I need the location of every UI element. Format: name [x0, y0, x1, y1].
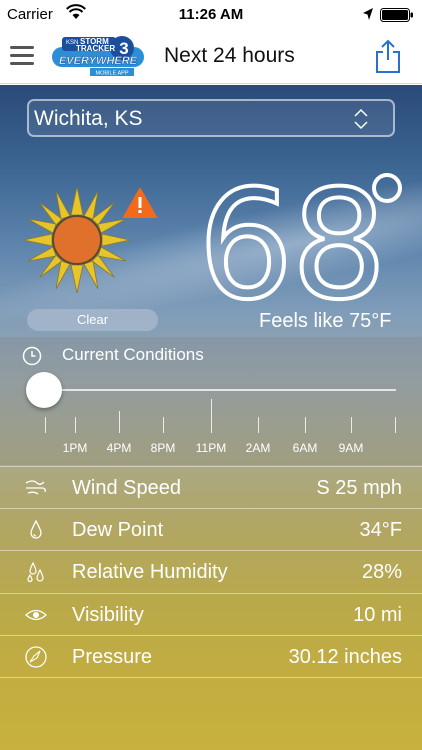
hamburger-line — [10, 54, 34, 57]
sun-icon — [23, 186, 131, 294]
svg-text:TRACKER: TRACKER — [76, 44, 115, 53]
timeline-label[interactable]: 8PM — [151, 441, 176, 455]
timeline-tick — [351, 417, 352, 433]
detail-label: Visibility — [72, 604, 144, 626]
wind-icon — [25, 480, 46, 495]
timeline-label[interactable]: 9AM — [339, 441, 364, 455]
details-bottom-divider — [0, 677, 422, 678]
timeline-label[interactable]: 6AM — [293, 441, 318, 455]
current-temperature: 68 — [196, 169, 389, 323]
timeline-tick — [305, 417, 306, 433]
detail-value: 34°F — [359, 519, 402, 541]
timeline-tick — [75, 417, 76, 433]
timeline-slider-thumb[interactable] — [26, 372, 62, 408]
current-conditions-label: Current Conditions — [62, 345, 204, 364]
up-down-chevron-icon — [354, 108, 368, 130]
timeline-tick — [163, 417, 164, 433]
status-bar: Carrier 11:26 AM — [0, 0, 422, 30]
clock-icon — [22, 346, 42, 366]
weather-alert-icon[interactable] — [122, 187, 158, 219]
detail-label: Pressure — [72, 646, 153, 668]
location-select[interactable]: Wichita, KS — [27, 99, 395, 137]
detail-label: Dew Point — [72, 519, 164, 541]
timeline-slider-track[interactable] — [30, 389, 396, 391]
detail-row-visibility: Visibility 10 mi — [0, 593, 422, 635]
battery-icon — [380, 8, 413, 22]
detail-value: S 25 mph — [316, 477, 402, 499]
timeline-tick — [258, 417, 259, 433]
detail-row-relative-humidity: Relative Humidity 28% — [0, 550, 422, 592]
ksn-storm-tracker-logo: 3 KSN STORM TRACKER EVERYWHERE MOBILE AP… — [52, 36, 144, 77]
timeline-label[interactable]: 2AM — [246, 441, 271, 455]
detail-row-wind-speed: Wind Speed S 25 mph — [0, 466, 422, 508]
svg-text:EVERYWHERE: EVERYWHERE — [59, 55, 138, 67]
detail-row-pressure: Pressure 30.12 inches — [0, 635, 422, 677]
detail-value: 28% — [361, 561, 402, 583]
timeline-tick — [119, 411, 120, 433]
droplet-icon — [30, 519, 42, 539]
page-title: Next 24 hours — [164, 44, 295, 67]
status-time: 11:26 AM — [178, 6, 244, 23]
degree-symbol — [372, 173, 402, 203]
nav-bar: 3 KSN STORM TRACKER EVERYWHERE MOBILE AP… — [0, 30, 422, 84]
eye-icon — [25, 609, 47, 621]
timeline-tick — [395, 417, 396, 433]
location-value: Wichita, KS — [34, 107, 143, 130]
timeline-label[interactable]: 4PM — [107, 441, 132, 455]
detail-label: Relative Humidity — [72, 561, 228, 583]
menu-button[interactable] — [10, 46, 34, 66]
location-arrow-icon — [363, 8, 373, 20]
current-conditions-panel: Current Conditions 1PM 4PM 8PM 11PM 2AM 6AM 9A… — [0, 337, 422, 465]
detail-value: 10 mi — [353, 604, 402, 626]
svg-text:MOBILE APP: MOBILE APP — [95, 71, 128, 77]
detail-value: 30.12 inches — [288, 646, 402, 668]
detail-label: Wind Speed — [72, 477, 181, 499]
condition-badge: Clear — [27, 309, 158, 331]
humidity-icon — [27, 561, 44, 583]
timeline-tick — [211, 399, 212, 433]
timeline-tick — [45, 417, 46, 433]
timeline-label[interactable]: 1PM — [63, 441, 88, 455]
detail-row-dew-point: Dew Point 34°F — [0, 508, 422, 550]
feels-like-text: Feels like 75°F — [259, 310, 392, 332]
hamburger-icon — [10, 46, 34, 49]
share-button[interactable] — [373, 38, 403, 74]
temperature-number: 68 — [196, 159, 389, 333]
timeline-label[interactable]: 11PM — [196, 441, 226, 455]
compass-icon — [25, 646, 47, 668]
hamburger-line — [10, 62, 34, 65]
weather-content: Wichita, KS Clear 68 Feels like 75°F Cur… — [0, 85, 422, 750]
